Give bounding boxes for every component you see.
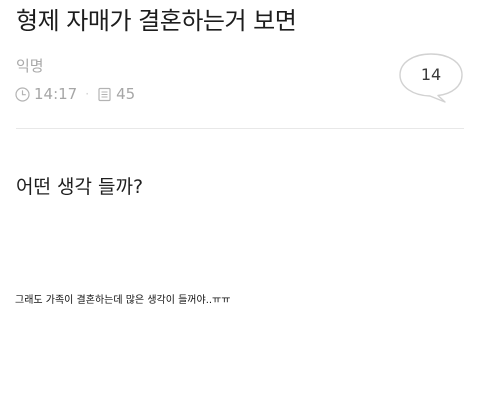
meta-separator: · [85, 87, 90, 101]
post-title: 형제 자매가 결혼하는거 보면 [16, 7, 297, 35]
post-question: 어떤 생각 들까? [16, 176, 144, 198]
view-count: 45 [116, 85, 136, 103]
post-body: 그래도 가족이 결혼하는데 많은 생각이 들꺼야..ㅠㅠ [15, 295, 231, 306]
post-time: 14:17 [34, 85, 78, 103]
comment-count: 14 [420, 65, 442, 84]
divider [16, 128, 464, 129]
comment-count-bubble[interactable]: 14 [398, 52, 464, 104]
post-meta: 14:17 · 45 [15, 84, 135, 104]
author-name: 익명 [16, 57, 44, 75]
document-icon [97, 87, 112, 102]
clock-icon [15, 86, 30, 102]
